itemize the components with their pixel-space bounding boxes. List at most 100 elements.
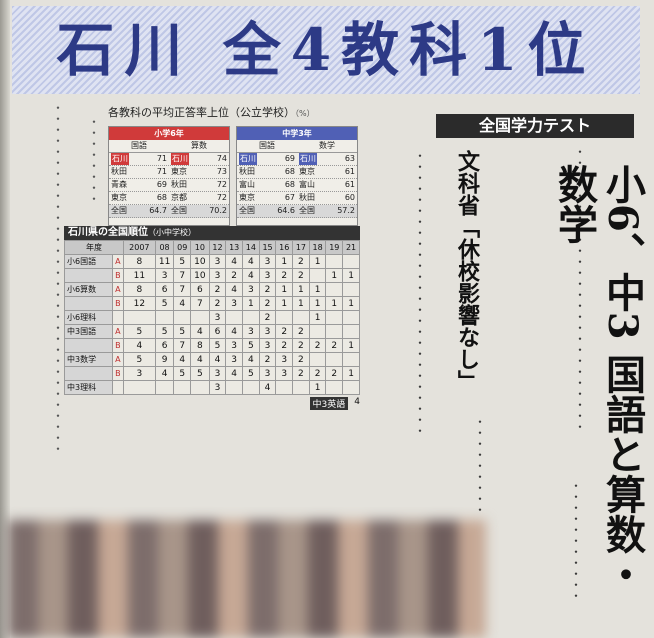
ranking-row: B 12 5 4 7 2 3 1 2 1 1 1 1 1 bbox=[64, 296, 360, 311]
ranking-row: 小6国語 A 8 11 5 10 3 4 4 3 1 2 1 bbox=[64, 254, 360, 269]
rank-cell: 3 bbox=[258, 366, 277, 381]
rank-cell: 6 bbox=[208, 324, 227, 339]
rank-cell: 4 bbox=[225, 254, 243, 269]
rank-cell bbox=[342, 254, 360, 269]
row-label: 中3理科 bbox=[64, 380, 113, 395]
ranking-table: 石川県の全国順位（小中学校） 年度 2007 08 09 10 12 13 14 15 16 17 1… bbox=[64, 226, 360, 410]
ranking-title: 石川県の全国順位（小中学校） bbox=[64, 226, 360, 240]
rank-cell: 1 bbox=[342, 366, 360, 381]
year-header: 17 bbox=[292, 240, 310, 255]
rank-cell: 1 bbox=[242, 296, 260, 311]
rank-cell: 4 bbox=[242, 268, 260, 283]
rank-cell: 6 bbox=[190, 282, 210, 297]
row-sub: A bbox=[111, 324, 124, 339]
rank-cell: 1 bbox=[342, 296, 360, 311]
national-row: 全国 64.6 全国 57.2 bbox=[237, 205, 357, 218]
rank-cell: 5 bbox=[173, 366, 192, 381]
elementary-header: 小学6年 bbox=[109, 127, 229, 140]
rank-cell: 1 bbox=[308, 380, 327, 395]
rank-cell: 8 bbox=[190, 338, 210, 353]
rank-cell: 3 bbox=[242, 282, 260, 297]
rank-cell bbox=[342, 324, 360, 339]
rank-cell: 1 bbox=[308, 310, 327, 325]
year-header: 09 bbox=[173, 240, 192, 255]
subhead: 小6、中3 国語と算数・数学 bbox=[551, 164, 646, 594]
rank-cell bbox=[342, 352, 360, 367]
avg-table-title: 各教科の平均正答率上位（公立学校）（%） bbox=[108, 106, 315, 119]
rank-cell: 7 bbox=[173, 282, 192, 297]
junior-header: 中学3年 bbox=[237, 127, 357, 140]
row-label: 中3国語 bbox=[64, 324, 113, 339]
rank-cell: 1 bbox=[342, 268, 360, 283]
table-row: 石川 69 石川 63 bbox=[237, 153, 357, 166]
rank-cell: 1 bbox=[275, 254, 294, 269]
rank-cell: 11 bbox=[154, 254, 175, 269]
rank-cell bbox=[325, 254, 344, 269]
year-header: 16 bbox=[275, 240, 294, 255]
article-body-lower: ・・・・・・・・・・・ bbox=[569, 480, 582, 601]
ranking-row: B3455345332221 bbox=[64, 366, 360, 381]
rank-cell: 3 bbox=[208, 366, 227, 381]
rank-cell: 2 bbox=[292, 254, 310, 269]
rank-cell: 4 bbox=[190, 324, 210, 339]
ranking-row: B 11 3 7 10 3 2 4 3 2 2 1 1 bbox=[64, 268, 360, 283]
rank-cell: 4 bbox=[258, 380, 277, 395]
rank-cell bbox=[325, 324, 344, 339]
rank-cell: 3 bbox=[258, 324, 277, 339]
rank-cell: 2 bbox=[308, 338, 327, 353]
row-sub: A bbox=[111, 282, 124, 297]
rank-cell: 4 bbox=[173, 352, 192, 367]
rank-cell: 2 bbox=[325, 366, 344, 381]
rank-cell bbox=[342, 310, 360, 325]
rank-cell bbox=[122, 310, 156, 325]
year-header: 2007 bbox=[122, 240, 156, 255]
rank-cell: 8 bbox=[122, 254, 156, 269]
table-row: 秋田 68 東京 61 bbox=[237, 166, 357, 179]
rank-cell: 6 bbox=[154, 282, 175, 297]
rank-cell: 2 bbox=[275, 338, 294, 353]
rank-cell: 11 bbox=[122, 268, 156, 283]
rank-cell bbox=[325, 282, 344, 297]
rank-cell: 1 bbox=[325, 296, 344, 311]
rank-cell: 2 bbox=[258, 310, 277, 325]
year-header: 08 bbox=[154, 240, 175, 255]
rank-cell: 9 bbox=[154, 352, 175, 367]
rank-cell: 1 bbox=[325, 268, 344, 283]
article-column: ・・・・・・・・・・・・・・・・・・・・・・・・・・・・・ bbox=[413, 150, 426, 440]
junior-subjects: 国語 数学 bbox=[237, 140, 357, 153]
left-column-text: ・・・・・・・・・・・・・・・・・・・・・・・・・・・・・・・・ bbox=[51, 102, 64, 454]
rank-cell: 5 bbox=[190, 366, 210, 381]
row-label bbox=[64, 366, 113, 381]
rank-cell: 4 bbox=[225, 282, 243, 297]
rank-cell: 1 bbox=[275, 296, 294, 311]
rank-cell: 4 bbox=[242, 254, 260, 269]
rank-cell: 3 bbox=[208, 310, 227, 325]
ranking-row: 小6理科 3 2 1 bbox=[64, 310, 360, 325]
year-header: 18 bbox=[308, 240, 327, 255]
rank-cell: 2 bbox=[258, 282, 277, 297]
rank-cell bbox=[325, 380, 344, 395]
row-sub bbox=[111, 310, 124, 325]
rank-cell bbox=[342, 380, 360, 395]
rank-cell: 2 bbox=[292, 324, 310, 339]
rank-cell: 2 bbox=[208, 282, 227, 297]
rank-cell: 2 bbox=[292, 268, 310, 283]
row-sub: B bbox=[111, 366, 124, 381]
rank-cell: 2 bbox=[275, 268, 294, 283]
rank-cell: 3 bbox=[258, 338, 277, 353]
rank-cell bbox=[225, 380, 243, 395]
rank-cell bbox=[190, 380, 210, 395]
rank-cell: 8 bbox=[122, 282, 156, 297]
rank-cell: 7 bbox=[173, 268, 192, 283]
rank-cell: 7 bbox=[173, 338, 192, 353]
rank-cell: 4 bbox=[225, 366, 243, 381]
rank-cell bbox=[154, 310, 175, 325]
national-test-badge: 全国学力テスト bbox=[436, 114, 634, 138]
rank-cell: 5 bbox=[122, 352, 156, 367]
subject-label: 国語 bbox=[131, 141, 147, 150]
rank-cell: 4 bbox=[208, 352, 227, 367]
year-header: 14 bbox=[242, 240, 260, 255]
article-body: ・・・・・・・・・・・・・・・・・・・・・・・・ bbox=[66, 416, 486, 516]
rank-cell bbox=[242, 310, 260, 325]
rank-cell bbox=[308, 324, 327, 339]
